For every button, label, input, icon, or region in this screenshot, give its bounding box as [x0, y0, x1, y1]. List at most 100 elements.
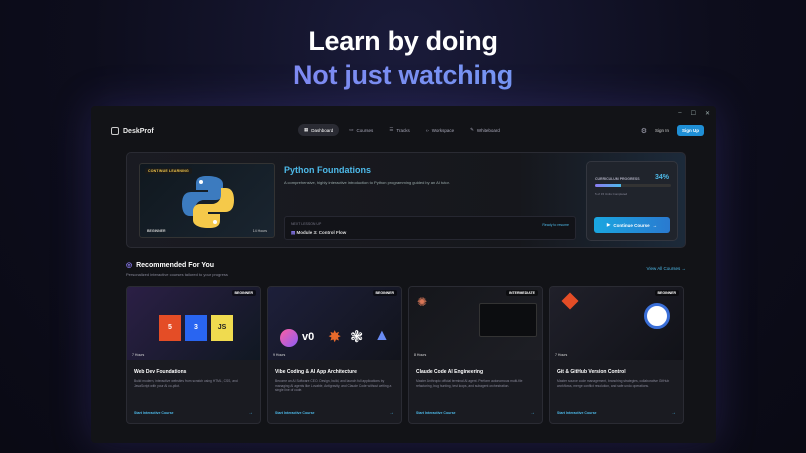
signup-button[interactable]: Sign Up [677, 125, 704, 136]
app-window: – ☐ ✕ DeskProf ▦ Dashboard ▭ Courses ☰ Trac… [91, 106, 716, 443]
titlebar: – ☐ ✕ [91, 106, 716, 120]
course-thumbnail: 5 3 JS BEGINNER 7 Hours [127, 287, 260, 360]
level-badge: INTERMEDIATE [506, 290, 538, 296]
github-logo-icon [644, 303, 670, 329]
recommended-title-text: Recommended For You [136, 261, 215, 269]
css3-icon: 3 [185, 315, 207, 341]
heart-logo-icon [280, 329, 298, 347]
tab-courses[interactable]: ▭ Courses [343, 124, 379, 136]
book-icon: ▭ [349, 127, 354, 132]
view-all-link[interactable]: View All Courses → [647, 266, 686, 271]
ready-status: Ready to resume [542, 223, 569, 227]
hours-label: 7 Hours [132, 353, 145, 357]
next-lesson-name: Module 3: Control Flow [296, 230, 347, 235]
logo-icon [111, 127, 119, 135]
card-description: Master Anthropic official terminal AI ag… [416, 379, 523, 388]
course-cards: 5 3 JS BEGINNER 7 Hours Web Dev Foundati… [126, 286, 686, 424]
next-lesson-label: NEXT LESSON UP [291, 222, 322, 226]
start-course-link[interactable]: Start Interactive Course [275, 411, 315, 415]
progress-fill [595, 184, 621, 187]
card-description: Become an AI Software CEO. Design, build… [275, 379, 392, 393]
progress-label: CURRICULUM PROGRESS [595, 177, 640, 181]
hours-label: 7 Hours [555, 353, 568, 357]
arrow-right-icon[interactable]: → [671, 410, 676, 416]
tab-label: Whiteboard [476, 127, 500, 133]
course-title[interactable]: Python Foundations [284, 165, 371, 175]
git-github-wordmark [560, 313, 616, 345]
tab-label: Dashboard [311, 127, 334, 133]
arrow-right-icon[interactable]: → [530, 410, 535, 416]
tab-label: Tracks [396, 127, 410, 133]
start-course-link[interactable]: Start Interactive Course [416, 411, 456, 415]
signin-link[interactable]: Sign In [655, 128, 669, 133]
antigravity-logo-icon: ▲ [374, 327, 390, 344]
nav-actions: ⚙ Sign In Sign Up [641, 125, 704, 136]
arrow-right-icon: → [681, 266, 687, 271]
next-lesson-title: ▤ Module 3: Control Flow [291, 230, 346, 236]
brand-name: DeskProf [123, 127, 154, 135]
card-title: Claude Code AI Engineering [416, 369, 484, 375]
course-card[interactable]: 5 3 JS BEGINNER 7 Hours Web Dev Foundati… [126, 286, 261, 424]
hero: Learn by doing Not just watching [0, 24, 806, 92]
progress-sub: 5 of 15 Units Completed [595, 192, 628, 196]
course-card[interactable]: ✺ INTERMEDIATE 8 Hours Claude Code AI En… [408, 286, 543, 424]
continue-course-button[interactable]: ▶ Continue Course → [594, 217, 670, 233]
hero-title: Learn by doing [308, 26, 498, 56]
arrow-right-icon[interactable]: → [248, 410, 253, 416]
tab-tracks[interactable]: ☰ Tracks [383, 124, 415, 136]
next-lesson[interactable]: NEXT LESSON UP ▤ Module 3: Control Flow … [284, 216, 576, 240]
card-title: Vibe Coding & AI App Architecture [275, 369, 357, 375]
nav-tabs: ▦ Dashboard ▭ Courses ☰ Tracks ‹› Workspace … [298, 124, 506, 136]
card-description: Master source code management, branching… [557, 379, 670, 388]
card-description: Build modern, interactive websites from … [134, 379, 238, 388]
js-icon: JS [211, 315, 233, 341]
tracks-icon: ☰ [389, 127, 394, 132]
python-logo-icon [182, 176, 234, 228]
course-card[interactable]: BEGINNER 7 Hours Git & GitHub Version Co… [549, 286, 684, 424]
level-badge: BEGINNER [147, 229, 166, 233]
book-icon: ▤ [291, 230, 296, 235]
course-description: A comprehensive, highly interactive intr… [284, 180, 450, 185]
tab-workspace[interactable]: ‹› Workspace [420, 124, 460, 136]
level-badge: BEGINNER [231, 290, 256, 296]
hours-label: 9 Hours [273, 353, 286, 357]
continue-card: CONTINUE LEARNING BEGINNER 14 Hours Pyth… [126, 152, 686, 248]
git-logo-icon [561, 292, 579, 310]
level-badge: BEGINNER [654, 290, 679, 296]
course-thumbnail: v0 ✸ ❃ ▲ BEGINNER 9 Hours [268, 287, 401, 360]
terminal-window-icon [479, 303, 537, 337]
arrow-right-icon[interactable]: → [389, 410, 394, 416]
hours-label: 8 Hours [414, 353, 427, 357]
tab-dashboard[interactable]: ▦ Dashboard [298, 124, 340, 136]
level-badge: BEGINNER [372, 290, 397, 296]
arrow-right-icon: → [652, 222, 658, 228]
hero-subtitle: Not just watching [0, 58, 806, 92]
start-course-link[interactable]: Start Interactive Course [134, 411, 174, 415]
grid-icon: ▦ [304, 127, 309, 132]
progress-panel: CURRICULUM PROGRESS 34% 5 of 15 Units Co… [586, 161, 678, 241]
play-icon: ▶ [606, 222, 611, 227]
gear-icon[interactable]: ⚙ [641, 127, 647, 135]
tab-label: Courses [356, 127, 374, 133]
course-thumbnail: BEGINNER 7 Hours [550, 287, 683, 360]
tab-whiteboard[interactable]: ✎ Whiteboard [464, 124, 506, 136]
course-card[interactable]: v0 ✸ ❃ ▲ BEGINNER 9 Hours Vibe Coding & … [267, 286, 402, 424]
close-icon[interactable]: ✕ [705, 110, 710, 117]
v0-logo-icon: v0 [302, 331, 315, 343]
card-title: Git & GitHub Version Control [557, 369, 626, 375]
card-title: Web Dev Foundations [134, 369, 187, 375]
compass-icon: ◎ [126, 262, 133, 269]
pen-icon: ✎ [470, 127, 474, 132]
html5-icon: 5 [159, 315, 181, 341]
code-icon: ‹› [425, 127, 429, 133]
minimize-icon[interactable]: – [678, 110, 681, 116]
maximize-icon[interactable]: ☐ [691, 110, 696, 117]
progress-percent: 34% [654, 174, 669, 181]
claude-code-wordmark [417, 313, 477, 351]
course-thumbnail: ✺ INTERMEDIATE 8 Hours [409, 287, 542, 360]
openai-logo-icon: ❃ [350, 329, 364, 346]
python-thumbnail[interactable]: CONTINUE LEARNING BEGINNER 14 Hours [139, 163, 275, 238]
brand[interactable]: DeskProf [111, 127, 154, 135]
start-course-link[interactable]: Start Interactive Course [557, 411, 597, 415]
recommended-title: ◎ Recommended For You [126, 261, 228, 270]
